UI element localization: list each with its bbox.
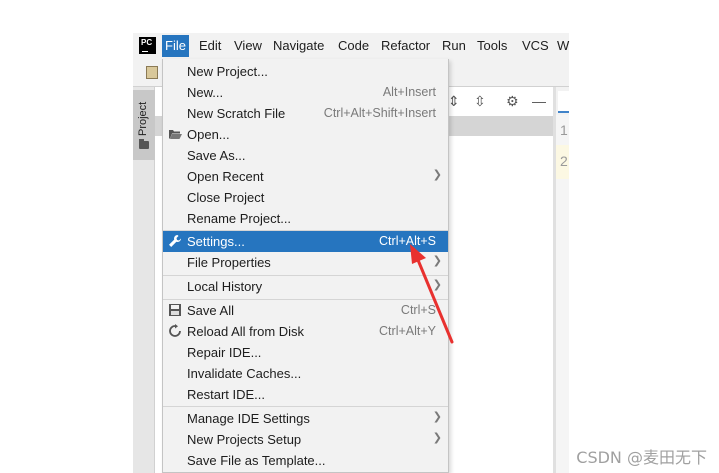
menu-item-label: Restart IDE...	[187, 387, 266, 402]
line-number: 2	[560, 153, 568, 169]
menu-item-settings[interactable]: Settings... Ctrl+Alt+S	[163, 231, 448, 252]
chevron-right-icon: ❯	[432, 255, 442, 267]
menu-window[interactable]: W	[557, 35, 569, 57]
menu-item-label: New Projects Setup	[187, 432, 302, 447]
editor-tab[interactable]	[558, 91, 569, 113]
gear-icon[interactable]: ⚙	[506, 93, 519, 109]
menu-item-label: Save As...	[187, 148, 246, 163]
line-number: 1	[560, 122, 568, 138]
menu-item-shortcut: Ctrl+Alt+Shift+Insert	[323, 106, 436, 120]
collapse-all-icon[interactable]: ⇳	[474, 93, 486, 109]
menu-refactor[interactable]: Refactor	[381, 35, 430, 57]
menu-item-shortcut: Ctrl+S	[400, 303, 436, 317]
menu-code[interactable]: Code	[338, 35, 369, 57]
menu-item-manage-ide-settings[interactable]: Manage IDE Settings ❯	[163, 408, 448, 429]
menu-item-save-as[interactable]: Save As...	[163, 145, 448, 166]
menu-item-label: Manage IDE Settings	[187, 411, 310, 426]
menu-item-local-history[interactable]: Local History ❯	[163, 276, 448, 297]
menu-item-label: New Project...	[187, 64, 268, 79]
chevron-right-icon: ❯	[432, 279, 442, 291]
menu-item-reload-all[interactable]: Reload All from Disk Ctrl+Alt+Y	[163, 321, 448, 342]
folder-open-icon	[168, 127, 182, 141]
menu-tools[interactable]: Tools	[477, 35, 507, 57]
menu-item-label: New Scratch File	[187, 106, 286, 121]
menu-item-close-project[interactable]: Close Project	[163, 187, 448, 208]
folder-icon	[139, 139, 149, 149]
menu-item-shortcut: Ctrl+Alt+Y	[379, 324, 436, 338]
menu-item-save-file-as-template[interactable]: Save File as Template...	[163, 450, 448, 471]
watermark: CSDN @麦田无下	[576, 448, 707, 467]
menu-item-restart-ide[interactable]: Restart IDE...	[163, 384, 448, 405]
menu-item-shortcut: Alt+Insert	[382, 85, 436, 99]
menu-item-label: File Properties	[187, 255, 271, 270]
menu-edit[interactable]: Edit	[199, 35, 221, 57]
menu-item-label: Local History	[187, 279, 263, 294]
menu-item-label: Open...	[187, 127, 230, 142]
menu-item-invalidate-caches[interactable]: Invalidate Caches...	[163, 363, 448, 384]
wrench-icon	[168, 234, 182, 248]
pycharm-logo-icon: PC	[139, 37, 156, 54]
menu-item-save-all[interactable]: Save All Ctrl+S	[163, 300, 448, 321]
menu-separator	[163, 406, 448, 407]
menu-item-label: Settings...	[187, 234, 245, 249]
menu-view[interactable]: View	[234, 35, 262, 57]
reload-icon	[168, 324, 182, 338]
menu-item-shortcut: Ctrl+Alt+S	[379, 234, 436, 248]
menu-file[interactable]: File	[162, 35, 189, 57]
chevron-right-icon: ❯	[432, 411, 442, 423]
menu-item-rename-project[interactable]: Rename Project...	[163, 208, 448, 229]
menu-item-new-project[interactable]: New Project...	[163, 61, 448, 82]
file-menu-dropdown: New Project... New... Alt+Insert New Scr…	[162, 59, 449, 473]
menu-run[interactable]: Run	[442, 35, 466, 57]
menu-item-open-recent[interactable]: Open Recent ❯	[163, 166, 448, 187]
project-tab-label: Project	[137, 101, 149, 136]
menu-item-label: Close Project	[187, 190, 265, 205]
minimize-icon[interactable]: —	[532, 93, 546, 109]
expand-all-icon[interactable]: ⇕	[448, 93, 460, 109]
menu-item-label: Repair IDE...	[187, 345, 262, 360]
menu-vcs[interactable]: VCS	[522, 35, 549, 57]
project-icon[interactable]	[146, 66, 158, 79]
menu-navigate[interactable]: Navigate	[273, 35, 324, 57]
menu-item-label: Save All	[187, 303, 234, 318]
menu-item-new[interactable]: New... Alt+Insert	[163, 82, 448, 103]
menu-item-open[interactable]: Open...	[163, 124, 448, 145]
menu-item-label: Reload All from Disk	[187, 324, 305, 339]
menu-item-repair-ide[interactable]: Repair IDE...	[163, 342, 448, 363]
menu-item-new-projects-setup[interactable]: New Projects Setup ❯	[163, 429, 448, 450]
chevron-right-icon: ❯	[432, 432, 442, 444]
menu-item-label: Rename Project...	[187, 211, 292, 226]
save-icon	[168, 303, 182, 317]
menu-item-label: Open Recent	[187, 169, 264, 184]
menu-item-label: Save File as Template...	[187, 453, 326, 468]
menu-item-label: New...	[187, 85, 224, 100]
chevron-right-icon: ❯	[432, 169, 442, 181]
menu-item-new-scratch-file[interactable]: New Scratch File Ctrl+Alt+Shift+Insert	[163, 103, 448, 124]
menu-item-file-properties[interactable]: File Properties ❯	[163, 252, 448, 273]
menu-item-label: Invalidate Caches...	[187, 366, 302, 381]
